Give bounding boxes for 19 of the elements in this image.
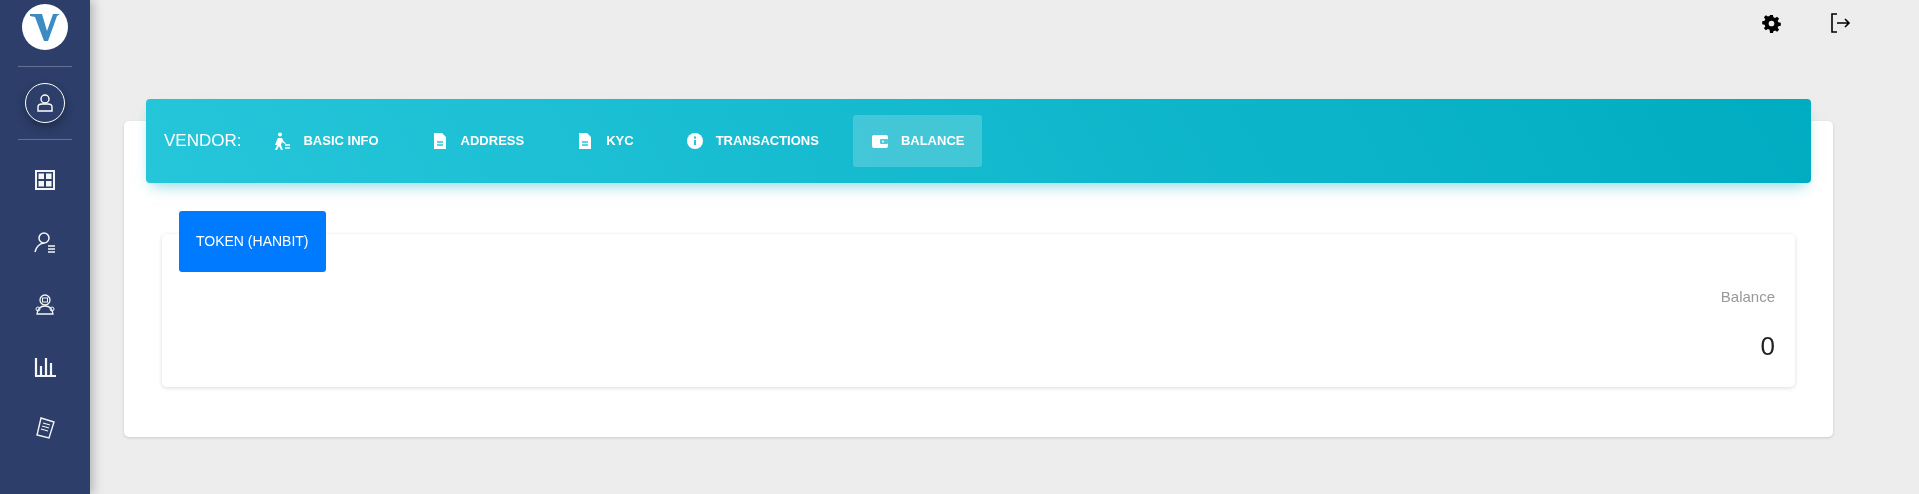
settings-icon[interactable] xyxy=(1762,13,1781,33)
tab-bar-label: VENDOR: xyxy=(164,130,242,153)
balance-label: Balance xyxy=(1720,287,1775,307)
user-list-icon[interactable] xyxy=(33,230,57,254)
token-tab[interactable]: TOKEN (HANBIT) xyxy=(179,211,326,272)
logout-icon[interactable] xyxy=(1829,12,1851,34)
logo-icon xyxy=(22,4,68,50)
info-icon xyxy=(685,132,704,150)
balance-value: 0 xyxy=(1760,329,1775,363)
tab[interactable]: KYC xyxy=(558,115,652,167)
person-icon[interactable] xyxy=(33,292,57,316)
tab[interactable]: BASIC INFO xyxy=(255,115,397,167)
wallet-icon xyxy=(870,132,889,150)
tab[interactable]: TRANSACTIONS xyxy=(667,115,837,167)
tab[interactable]: ADDRESS xyxy=(412,115,543,167)
document-icon[interactable] xyxy=(33,416,57,440)
walking-person-icon xyxy=(273,132,292,150)
grid-icon[interactable] xyxy=(33,168,57,192)
tab[interactable]: BALANCE xyxy=(852,115,983,167)
